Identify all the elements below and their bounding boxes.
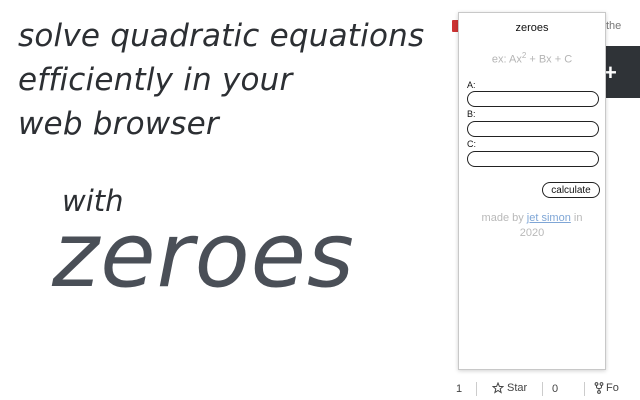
divider [476,382,477,396]
extension-popup: zeroes ex: Ax2 + Bx + C A: B: C: calcula… [458,12,606,370]
label-a: A: [467,80,476,90]
divider [542,382,543,396]
popup-title: zeroes [515,22,549,34]
star-count: 0 [552,383,559,395]
promo-tagline: solve quadratic equations efficiently in… [18,14,448,146]
example-suffix: + Bx + C [526,53,573,66]
repo-action-bar: 1 Star 0 Fo [448,378,640,400]
label-c: C: [467,139,476,149]
tagline-line-3: web browser [18,106,219,142]
label-b: B: [467,109,476,119]
equation-example: ex: Ax2 + Bx + C [459,51,605,66]
fork-button[interactable]: Fo [594,382,619,394]
coefficient-c-input[interactable] [467,151,599,167]
coefficient-a-input[interactable] [467,91,599,107]
calculate-button[interactable]: calculate [542,182,600,198]
fork-icon [594,382,604,394]
divider [584,382,585,396]
coefficient-b-input[interactable] [467,121,599,137]
credit-year: 2020 [519,227,545,239]
tagline-line-2: efficiently in your [18,62,293,98]
fork-label: Fo [606,382,619,394]
brand-logo-text: zeroes [52,203,355,308]
credit-prefix: made by [481,212,527,224]
example-prefix: ex: Ax [491,53,522,66]
credit-suffix: in [570,212,583,224]
watch-count: 1 [456,383,463,395]
tab-title-fragment: the [606,20,622,32]
tagline-line-1: solve quadratic equations [18,18,425,54]
author-link[interactable]: jet simon [527,212,571,224]
star-button[interactable]: Star [492,382,527,394]
star-icon [492,382,504,394]
credit-text: made by jet simon in 2020 [459,211,605,241]
star-label: Star [507,382,528,394]
screen: solve quadratic equations efficiently in… [0,0,640,400]
